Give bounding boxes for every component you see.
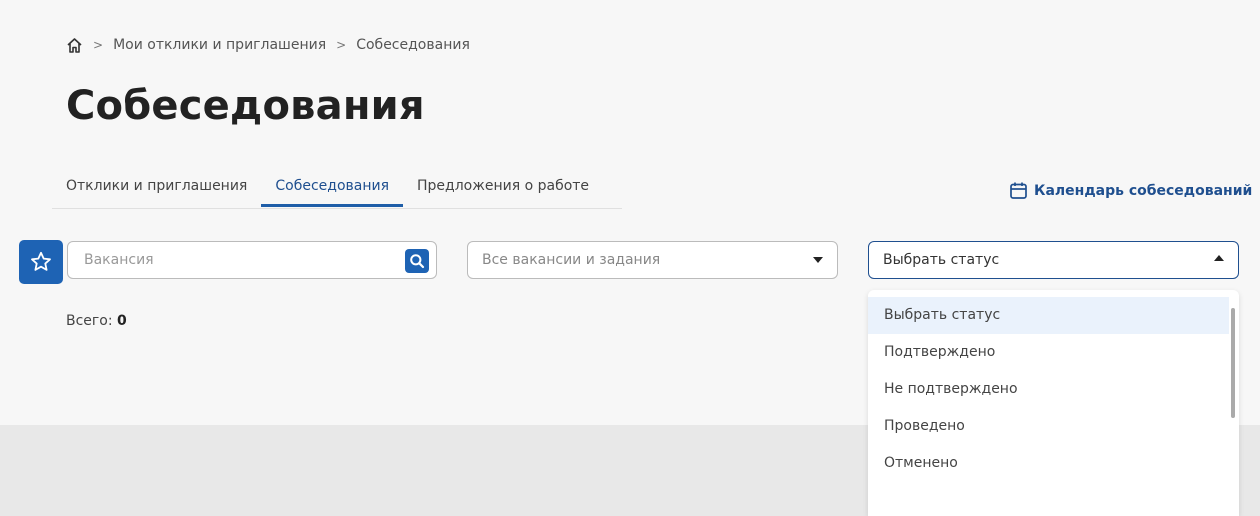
home-icon[interactable] xyxy=(66,37,83,54)
total-value: 0 xyxy=(117,313,127,329)
total-label: Всего: xyxy=(66,313,113,329)
status-select-value: Выбрать статус xyxy=(883,252,1000,268)
status-option-not-confirmed[interactable]: Не подтверждено xyxy=(868,371,1229,408)
total-count: Всего: 0 xyxy=(66,313,127,329)
breadcrumb: > Мои отклики и приглашения > Собеседова… xyxy=(66,36,470,54)
breadcrumb-separator: > xyxy=(336,38,347,52)
status-dropdown: Выбрать статус Подтверждено Не подтвержд… xyxy=(868,290,1239,516)
vacancy-search-box xyxy=(67,241,437,279)
tab-responses-invitations[interactable]: Отклики и приглашения xyxy=(52,174,261,203)
page-title: Собеседования xyxy=(66,83,425,129)
status-option-held[interactable]: Проведено xyxy=(868,408,1229,445)
status-options-list: Выбрать статус Подтверждено Не подтвержд… xyxy=(868,290,1239,482)
status-select[interactable]: Выбрать статус xyxy=(868,241,1239,279)
calendar-link-label: Календарь собеседований xyxy=(1034,182,1253,199)
calendar-icon xyxy=(1010,182,1027,199)
chevron-up-icon xyxy=(1214,255,1224,261)
tab-job-offers[interactable]: Предложения о работе xyxy=(403,174,603,203)
breadcrumb-current: Собеседования xyxy=(356,37,470,53)
status-option-choose[interactable]: Выбрать статус xyxy=(868,297,1229,334)
tab-interviews[interactable]: Собеседования xyxy=(261,174,404,207)
favorites-button[interactable] xyxy=(19,240,63,284)
tabs: Отклики и приглашения Собеседования Пред… xyxy=(52,174,622,209)
status-option-cancelled[interactable]: Отменено xyxy=(868,445,1229,482)
interview-calendar-link[interactable]: Календарь собеседований xyxy=(1009,181,1252,200)
search-icon xyxy=(410,254,425,269)
search-button[interactable] xyxy=(405,249,429,273)
star-icon xyxy=(31,251,51,271)
vacancy-search-input[interactable] xyxy=(82,251,396,269)
breadcrumb-separator: > xyxy=(93,38,104,52)
vacancy-type-select[interactable]: Все вакансии и задания xyxy=(467,241,838,279)
vacancy-type-select-value: Все вакансии и задания xyxy=(482,252,661,268)
breadcrumb-link-responses[interactable]: Мои отклики и приглашения xyxy=(113,37,326,53)
status-option-confirmed[interactable]: Подтверждено xyxy=(868,334,1229,371)
dropdown-scrollbar[interactable] xyxy=(1231,308,1235,418)
chevron-down-icon xyxy=(813,257,823,263)
